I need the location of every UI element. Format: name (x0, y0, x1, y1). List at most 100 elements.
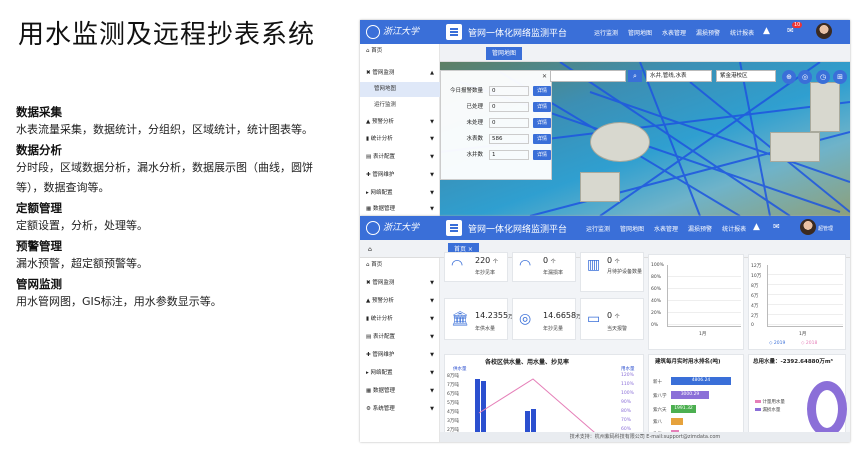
legend-leak[interactable]: 漏损水量 (755, 407, 780, 413)
chevron-down-icon: ▼ (430, 406, 434, 412)
y-tick: 40% (651, 299, 662, 304)
chevron-down-icon: ▼ (430, 206, 434, 212)
y-tick: 12万 (751, 264, 762, 269)
sidebar-item-warning[interactable]: ▲ 预警分析 ▼ (360, 115, 440, 130)
y-tick: 8万 (751, 284, 759, 289)
rate-line-chart: 100% 80% 60% 40% 20% 0% 1月 (648, 254, 744, 350)
tab-home-icon[interactable]: ⌂ (362, 243, 378, 256)
sidebar-item-label: 网络配置 (370, 370, 393, 376)
nav-item[interactable]: 漏损预警 (688, 226, 712, 233)
tab-map[interactable]: 管网地图 (486, 47, 523, 60)
avatar[interactable] (800, 219, 816, 235)
sidebar-item-system[interactable]: ⚙ 系统管理 ▼ (360, 402, 440, 417)
stat-label: 今日报警数量 (449, 88, 483, 94)
chevron-up-icon: ▲ (430, 70, 434, 76)
nav-item[interactable]: 管网地图 (628, 30, 652, 37)
sidebar-item-data[interactable]: ▦ 数据管理 ▼ (360, 384, 440, 399)
legend-2019[interactable]: ◇ 2019 (769, 341, 785, 346)
layers-icon[interactable]: ◎ (798, 70, 812, 84)
campus-select[interactable]: 紫金港校区 (716, 70, 776, 82)
layer-filter-select[interactable]: 水井,管线,水表 (646, 70, 712, 82)
legend-2018[interactable]: ◇ 2018 (801, 341, 817, 346)
close-icon[interactable]: ✕ (542, 73, 547, 80)
stat-label: 水表数 (466, 136, 483, 142)
avatar[interactable] (816, 23, 832, 39)
detail-button[interactable]: 详情 (533, 134, 551, 144)
feature-text: 用水管网图，GIS标注，用水参数显示等。 (16, 295, 222, 308)
detail-button[interactable]: 详情 (533, 150, 551, 160)
fullscreen-icon[interactable]: ⊞ (833, 70, 847, 84)
university-logo: 浙江大学 (366, 24, 419, 39)
clock-icon[interactable]: ◷ (816, 70, 830, 84)
kpi-label: 年供水量 (475, 326, 496, 332)
sidebar-item-maintain[interactable]: ✚ 管网维护 ▼ (360, 168, 440, 183)
kpi-card: ◠ 0 个 年漏损率 (512, 252, 576, 282)
menu-toggle-icon[interactable] (446, 24, 462, 40)
alert-icon[interactable]: ▲ (753, 222, 760, 232)
search-icon[interactable]: ⌕ (628, 70, 642, 82)
x-tick: 1月 (699, 332, 707, 337)
stat-value: 1 (489, 150, 529, 160)
sidebar-item-home[interactable]: ⌂ 首页 (360, 44, 440, 59)
nav-item[interactable]: 水表管理 (654, 226, 678, 233)
nav-item[interactable]: 水表管理 (662, 30, 686, 37)
gauge-icon: ◠ (451, 257, 464, 273)
app-header: 浙江大学 管网一体化网络监测平台 运行监测 管网地图 水表管理 漏损预警 统计报表 ▲ … (360, 20, 850, 44)
sidebar-item-stats[interactable]: ▮ 统计分析 ▼ (360, 312, 440, 327)
sidebar-item-monitor[interactable]: 运行监测 (360, 98, 440, 113)
y-tick: 4万 (751, 304, 759, 309)
feature-text: 漏水预警，超定额预警等。 (16, 257, 148, 270)
map-search-input[interactable] (550, 70, 626, 82)
top-nav: 运行监测 管网地图 水表管理 漏损预警 统计报表 (594, 28, 764, 37)
user-name[interactable]: 超管理 (818, 225, 833, 232)
kpi-card: ▥ 0 个 月待护设备数量 (580, 252, 644, 292)
app-header: 浙江大学 管网一体化网络监测平台 运行监测 管网地图 水表管理 漏损预警 统计报表 ▲ … (360, 216, 850, 240)
sidebar-item-meter[interactable]: ▤ 表计配置 ▼ (360, 150, 440, 165)
nav-item[interactable]: 漏损预警 (696, 30, 720, 37)
kpi-value: 220 个 (475, 256, 498, 265)
alert-icon[interactable]: ▲ (763, 26, 770, 36)
nav-item[interactable]: 统计报表 (722, 226, 746, 233)
sidebar-item-data[interactable]: ▦ 数据管理 ▼ (360, 202, 440, 216)
stat-value: 0 (489, 102, 529, 112)
feature-heading: 数据采集 (16, 105, 62, 119)
university-logo: 浙江大学 (366, 220, 419, 235)
battery-icon: ▭ (587, 311, 601, 327)
sidebar-item-netconfig[interactable]: ▸ 网络配置 ▼ (360, 186, 440, 201)
detail-button[interactable]: 详情 (533, 86, 551, 96)
y-tick: 80% (651, 275, 662, 280)
nav-item[interactable]: 管网地图 (620, 226, 644, 233)
legend-metered[interactable]: 计量用水量 (755, 399, 785, 405)
map-building (810, 82, 840, 132)
y2-tick: 120% (621, 373, 634, 378)
sidebar-item-label: 数据管理 (372, 388, 395, 394)
bar-label: 新十 (653, 380, 662, 385)
message-icon[interactable]: ✉ (773, 222, 780, 231)
y-tick: 3万吨 (447, 419, 459, 424)
sidebar-item-meter[interactable]: ▤ 表计配置 ▼ (360, 330, 440, 345)
y-tick: 7万吨 (447, 383, 459, 388)
chevron-down-icon: ▼ (430, 298, 434, 304)
dashboard-screenshot: 浙江大学 管网一体化网络监测平台 运行监测 管网地图 水表管理 漏损预警 统计报表 ▲ … (360, 216, 850, 442)
y-tick: 4万吨 (447, 410, 459, 415)
detail-button[interactable]: 详情 (533, 118, 551, 128)
nav-item[interactable]: 统计报表 (730, 30, 754, 37)
sidebar-item-network[interactable]: ✖ 管网监测 ▲ (360, 66, 440, 81)
sidebar-item-warning[interactable]: ▲ 预警分析 ▼ (360, 294, 440, 309)
nav-item[interactable]: 运行监测 (594, 30, 618, 37)
kpi-label: 年抄见量 (543, 326, 564, 332)
locate-icon[interactable]: ⊕ (782, 70, 796, 84)
nav-item[interactable]: 运行监测 (586, 226, 610, 233)
sidebar-item-home[interactable]: ⌂ 首页 (360, 258, 440, 273)
sidebar-item-netconfig[interactable]: ▸ 网络配置 ▼ (360, 366, 440, 381)
sidebar-item-stats[interactable]: ▮ 统计分析 ▼ (360, 132, 440, 147)
sidebar-item-map[interactable]: 管网地图 (360, 82, 440, 97)
gis-map[interactable]: ✕ 今日报警数量 0 详情 已处理 0 详情 未处理 0 详情 水表数 586 详情 水井数 1 详… (440, 62, 850, 216)
sidebar-item-label: 预警分析 (371, 119, 394, 125)
menu-toggle-icon[interactable] (446, 220, 462, 236)
detail-button[interactable]: 详情 (533, 102, 551, 112)
sidebar-item-maintain[interactable]: ✚ 管网维护 ▼ (360, 348, 440, 363)
kpi-card: 🏛 14.2355万m³ 年供水量 (444, 298, 520, 340)
alarm-stats-panel: ✕ 今日报警数量 0 详情 已处理 0 详情 未处理 0 详情 水表数 586 详情 水井数 1 详… (440, 70, 552, 180)
sidebar-item-network[interactable]: ✖ 管网监测 ▼ (360, 276, 440, 291)
